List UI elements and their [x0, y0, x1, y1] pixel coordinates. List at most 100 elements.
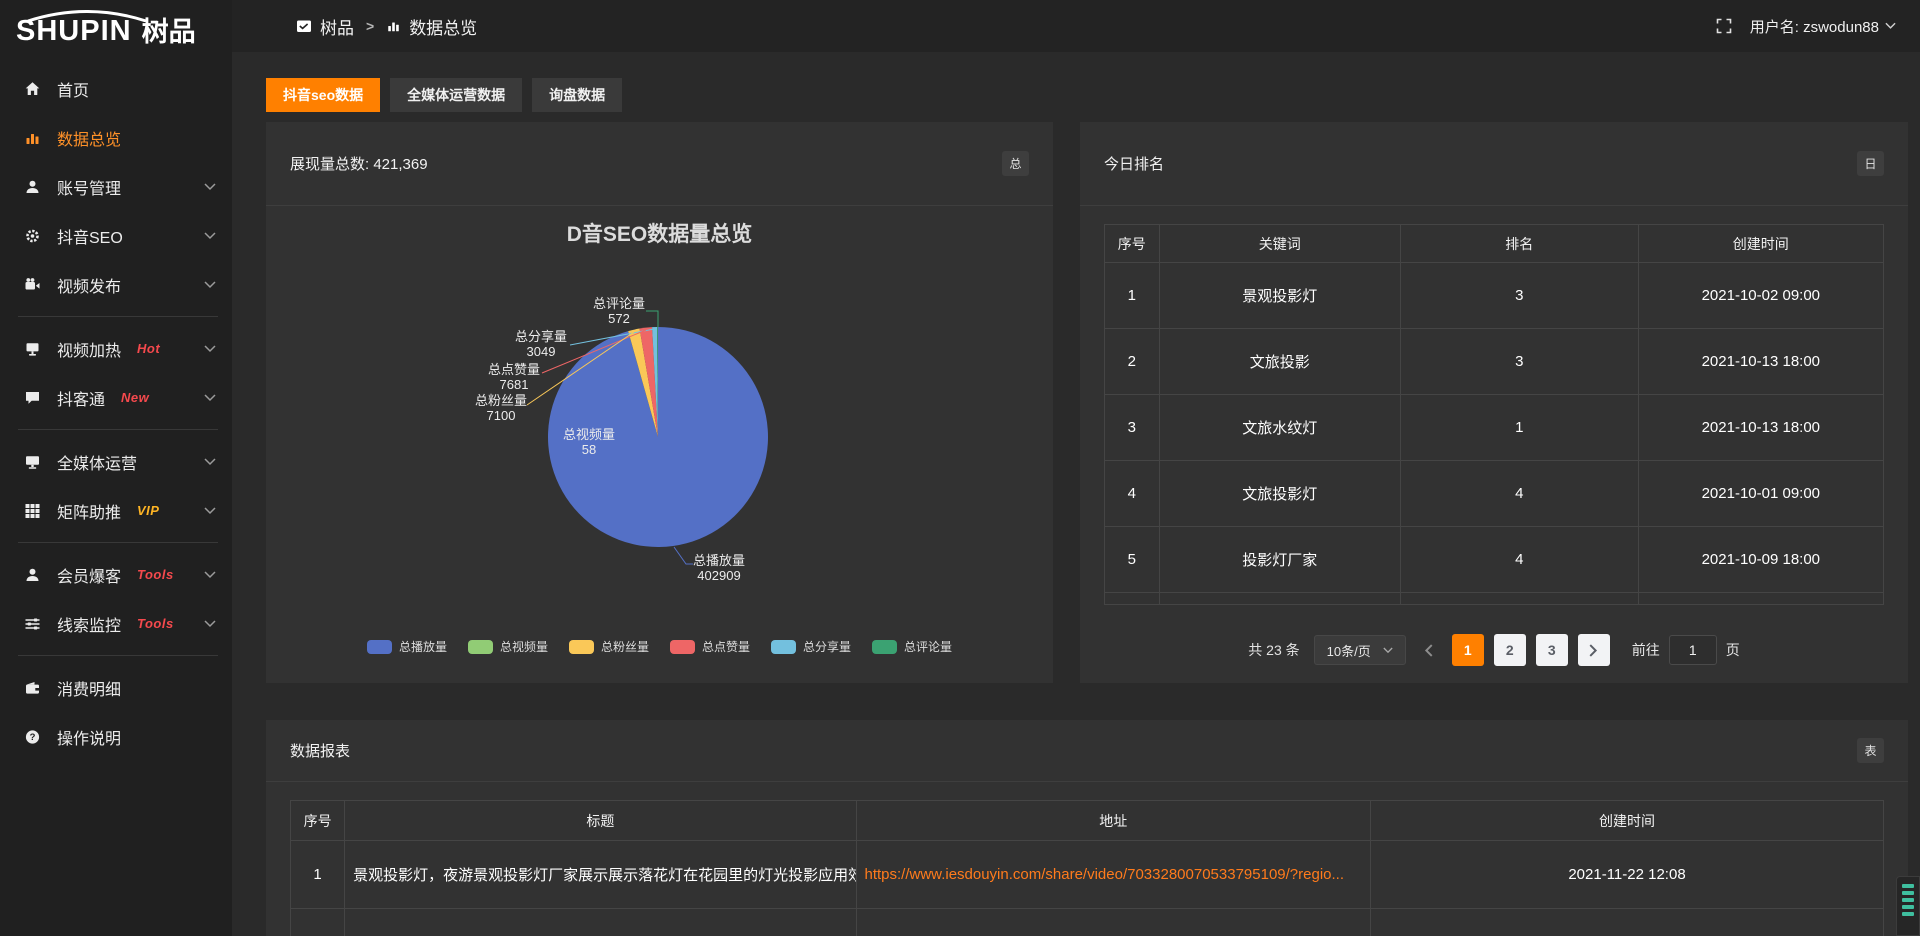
- pagination-pages: 123: [1452, 634, 1568, 666]
- day-badge-button[interactable]: 日: [1857, 151, 1884, 176]
- sidebar-item-badge: Hot: [137, 341, 160, 356]
- legend-item-2[interactable]: 总视频量: [468, 638, 548, 655]
- table-cell: 景观投影灯: [1159, 263, 1400, 329]
- sidebar-divider: [18, 542, 218, 543]
- chevron-down-icon: [204, 345, 216, 353]
- report-panel-header: 数据报表 表: [266, 720, 1908, 782]
- page-button-3[interactable]: 3: [1536, 634, 1568, 666]
- sidebar-item-label: 消费明细: [57, 676, 121, 700]
- report-link[interactable]: https://www.iesdouyin.com/share/video/70…: [865, 866, 1345, 883]
- sidebar-item-video-heat[interactable]: 视频加热Hot: [0, 324, 232, 373]
- chat-icon: [24, 389, 43, 406]
- chevron-down-icon: [204, 394, 216, 402]
- total-badge-button[interactable]: 总: [1002, 151, 1029, 176]
- legend-item-5[interactable]: 总分享量: [771, 638, 851, 655]
- sidebar-item-clue-monitor[interactable]: 线索监控 Tools: [0, 599, 232, 648]
- logo-arc-icon: [22, 10, 152, 22]
- page-button-2[interactable]: 2: [1494, 634, 1526, 666]
- ranking-column-header: 创建时间: [1638, 225, 1883, 263]
- sidebar-item-account[interactable]: 账号管理: [0, 162, 232, 211]
- chevron-down-icon: [204, 620, 216, 628]
- brand-logo[interactable]: SHUPIN 树品: [0, 0, 232, 52]
- breadcrumb-item-shupin[interactable]: 树品: [296, 14, 354, 39]
- table-cell: 3: [1401, 263, 1639, 329]
- breadcrumb-item-overview[interactable]: 数据总览: [386, 14, 477, 39]
- table-cell: 4: [1105, 461, 1160, 527]
- sidebar-item-video-publish[interactable]: 视频发布: [0, 260, 232, 309]
- wallet-icon: [24, 679, 43, 696]
- sidebar-item-help[interactable]: ?操作说明: [0, 712, 232, 761]
- table-badge-button[interactable]: 表: [1857, 738, 1884, 763]
- table-row: 1景观投影灯32021-10-02 09:00: [1105, 263, 1884, 329]
- breadcrumb: 树品 > 数据总览: [296, 14, 477, 39]
- goto-label: 前往: [1632, 640, 1660, 660]
- ranking-column-header: 序号: [1105, 225, 1160, 263]
- tab-1[interactable]: 抖音seo数据: [266, 78, 380, 112]
- legend-item-1[interactable]: 总播放量: [367, 638, 447, 655]
- ranking-column-header: 关键词: [1159, 225, 1400, 263]
- table-cell: 2021-10-09 18:00: [1638, 527, 1883, 593]
- sidebar-item-expense[interactable]: 消费明细: [0, 663, 232, 712]
- ranking-table-header: 序号关键词排名创建时间: [1105, 225, 1884, 263]
- sidebar-item-douyin-seo[interactable]: 抖音SEO: [0, 211, 232, 260]
- tab-3[interactable]: 询盘数据: [532, 78, 622, 112]
- ranking-table: 序号关键词排名创建时间 1景观投影灯32021-10-02 09:002文旅投影…: [1104, 224, 1884, 605]
- goto-page-input[interactable]: [1669, 635, 1717, 665]
- sidebar-item-matrix-boost[interactable]: 矩阵助推VIP: [0, 486, 232, 535]
- legend-item-3[interactable]: 总粉丝量: [569, 638, 649, 655]
- sidebar-item-home[interactable]: 首页: [0, 64, 232, 113]
- app-root: SHUPIN 树品 首页数据总览账号管理抖音SEO视频发布视频加热Hot抖客通N…: [0, 0, 1920, 936]
- table-row-stub: [291, 909, 1884, 936]
- chevron-down-icon: [204, 281, 216, 289]
- breadcrumb-label: 树品: [320, 14, 354, 39]
- page-button-1[interactable]: 1: [1452, 634, 1484, 666]
- user-menu[interactable]: 用户名: zswodun88: [1750, 16, 1896, 37]
- sidebar-item-label: 数据总览: [57, 126, 121, 150]
- gear-icon: [24, 227, 43, 244]
- legend-swatch: [670, 640, 695, 654]
- sidebar-item-label: 视频发布: [57, 273, 121, 297]
- fullscreen-button[interactable]: [1716, 18, 1732, 34]
- legend-swatch: [771, 640, 796, 654]
- legend-swatch: [872, 640, 897, 654]
- overview-crumb-icon: [386, 19, 401, 33]
- report-title-cell: 景观投影灯，夜游景观投影灯厂家展示展示落花灯在花园里的灯光投影应用效果 #: [345, 841, 856, 909]
- report-column-header: 创建时间: [1371, 801, 1884, 841]
- report-table-body: 1景观投影灯，夜游景观投影灯厂家展示展示落花灯在花园里的灯光投影应用效果 # ht…: [291, 841, 1884, 936]
- chevron-right-icon: [1589, 644, 1598, 657]
- report-column-header: 地址: [856, 801, 1371, 841]
- sidebar: SHUPIN 树品 首页数据总览账号管理抖音SEO 视频发布视频加热Hot抖客通N…: [0, 0, 232, 936]
- table-cell: 4: [1401, 527, 1639, 593]
- report-title: 数据报表: [290, 740, 350, 761]
- sidebar-item-media-ops[interactable]: 全媒体运营: [0, 437, 232, 486]
- sidebar-item-doukentong[interactable]: 抖客通New: [0, 373, 232, 422]
- table-cell: 文旅投影: [1159, 329, 1400, 395]
- monitor-icon: [24, 453, 43, 470]
- table-cell: 1: [1105, 263, 1160, 329]
- pie-chart-svg: [266, 206, 1053, 683]
- next-page-button[interactable]: [1578, 634, 1610, 666]
- question-icon: ?: [24, 728, 43, 745]
- legend-item-6[interactable]: 总评论量: [872, 638, 952, 655]
- prev-page-button[interactable]: [1416, 635, 1442, 665]
- table-cell: [1401, 593, 1639, 605]
- grid-icon: [24, 502, 43, 519]
- sidebar-item-overview[interactable]: 数据总览: [0, 113, 232, 162]
- table-cell: 2021-10-13 18:00: [1638, 395, 1883, 461]
- user-icon: [24, 178, 43, 195]
- pie-label-fans: 总粉丝量7100: [475, 393, 527, 423]
- ranking-title: 今日排名: [1104, 153, 1164, 174]
- table-cell: 1: [291, 841, 345, 909]
- chevron-left-icon: [1424, 644, 1433, 657]
- floating-widget[interactable]: [1896, 876, 1920, 936]
- sidebar-item-badge: Tools: [137, 616, 174, 631]
- table-row: 2文旅投影32021-10-13 18:00: [1105, 329, 1884, 395]
- tab-2[interactable]: 全媒体运营数据: [390, 78, 522, 112]
- table-cell: [1371, 909, 1884, 936]
- chevron-down-icon: [1383, 647, 1393, 654]
- ranking-panel-header: 今日排名 日: [1080, 122, 1908, 206]
- sidebar-item-label: 线索监控: [57, 612, 121, 636]
- legend-item-4[interactable]: 总点赞量: [670, 638, 750, 655]
- sidebar-item-member-burst[interactable]: 会员爆客Tools: [0, 550, 232, 599]
- page-size-select[interactable]: 10条/页: [1314, 635, 1406, 665]
